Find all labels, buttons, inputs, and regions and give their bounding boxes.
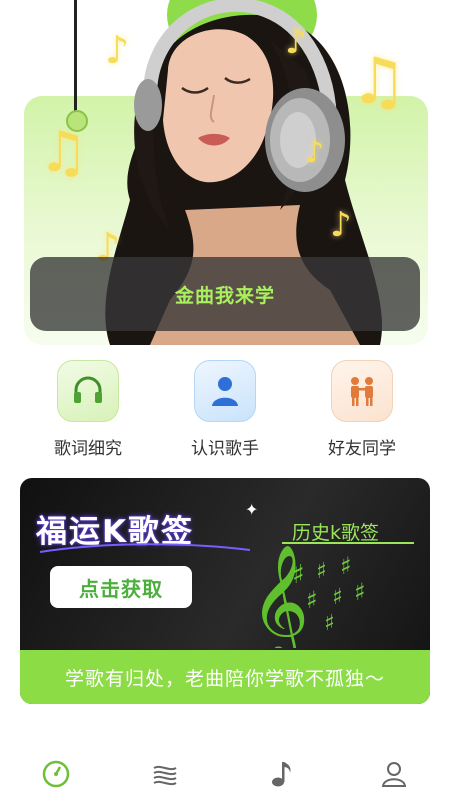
quick-action-label: 认识歌手 bbox=[191, 439, 259, 459]
svg-text:♯: ♯ bbox=[340, 552, 352, 580]
tab-profile[interactable] bbox=[374, 758, 414, 790]
quick-action-lyrics[interactable]: 歌词细究 bbox=[43, 360, 133, 459]
music-note-icon: ♪ bbox=[105, 28, 130, 72]
tab-discover[interactable] bbox=[145, 758, 185, 790]
svg-text:✦: ✦ bbox=[234, 538, 246, 540]
quick-action-label: 歌词细究 bbox=[54, 439, 122, 459]
music-note-icon: ♪ bbox=[330, 205, 352, 245]
person-icon bbox=[194, 360, 256, 422]
sparkle-icon: ✦ bbox=[245, 500, 259, 519]
music-notes-icon: ♫ bbox=[350, 45, 408, 119]
quick-action-friends[interactable]: 好友同学 bbox=[317, 360, 407, 459]
profile-icon bbox=[381, 762, 407, 787]
get-k-song-button[interactable]: 点击获取 bbox=[50, 566, 192, 608]
svg-text:♯: ♯ bbox=[324, 611, 335, 636]
svg-text:♯: ♯ bbox=[292, 560, 305, 590]
hero-banner[interactable]: ♪ ♪ ♫ ♫ ♪ ♪ ♪ 金曲我来学 bbox=[0, 0, 450, 345]
svg-text:♯: ♯ bbox=[306, 586, 318, 614]
music-note-icon: ♪ bbox=[285, 22, 307, 62]
svg-text:♯: ♯ bbox=[354, 578, 366, 606]
friends-icon bbox=[331, 360, 393, 422]
tab-music[interactable] bbox=[262, 758, 302, 790]
waves-icon bbox=[153, 765, 177, 786]
title-underline-arc: ✦ bbox=[39, 538, 251, 553]
gauge-icon bbox=[42, 760, 70, 788]
quick-action-singer[interactable]: 认识歌手 bbox=[180, 360, 270, 459]
k-card-footer-slogan: 学歌有归处，老曲陪你学歌不孤独～ bbox=[20, 650, 430, 704]
music-note-icon bbox=[272, 762, 291, 787]
svg-text:𝄞: 𝄞 bbox=[250, 543, 309, 648]
music-note-icon: ♪ bbox=[305, 135, 325, 170]
hero-banner-title[interactable]: 金曲我来学 bbox=[30, 257, 420, 331]
svg-text:♯: ♯ bbox=[332, 585, 343, 610]
k-song-card[interactable]: 福运K歌签 ✦ 点击获取 历史k歌签 𝄞 ♯ ♯ ♯ ♯ ♯ ♯ ♯ ✦ 学歌有… bbox=[20, 478, 430, 704]
svg-text:♯: ♯ bbox=[316, 559, 327, 584]
headphones-icon bbox=[57, 360, 119, 422]
tab-home[interactable] bbox=[36, 758, 76, 790]
quick-action-label: 好友同学 bbox=[328, 439, 396, 459]
bottom-tab-bar bbox=[0, 742, 450, 800]
treble-clef-decoration: 𝄞 ♯ ♯ ♯ ♯ ♯ ♯ ♯ bbox=[250, 543, 366, 648]
music-notes-icon: ♫ bbox=[38, 120, 89, 185]
